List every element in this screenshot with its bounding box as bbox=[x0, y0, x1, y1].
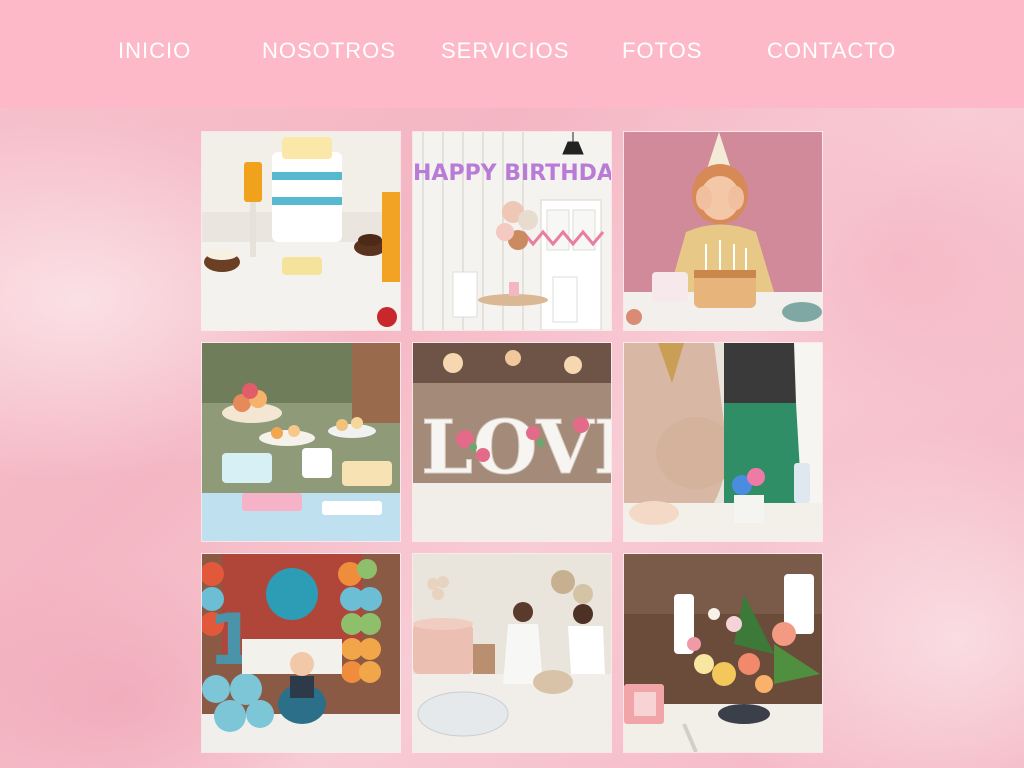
photo-gallery: HAPPY BIRTHDAY LOV 1 bbox=[202, 132, 822, 752]
nav-link-inicio[interactable]: INICIO bbox=[118, 38, 191, 64]
happy-birthday-image: HAPPY BIRTHDAY bbox=[413, 132, 611, 330]
gallery-photo-love-letters[interactable]: LOVE bbox=[413, 343, 611, 541]
top-navigation-bar: INICIO NOSOTROS SERVICIOS FOTOS CONTACTO bbox=[0, 0, 1024, 108]
happy-birthday-banner: HAPPY BIRTHDAY bbox=[413, 161, 611, 186]
gallery-photo-first-birthday[interactable]: 1 bbox=[202, 554, 400, 752]
floral-centerpiece-image bbox=[624, 554, 822, 752]
nav-link-fotos[interactable]: FOTOS bbox=[622, 38, 702, 64]
love-letters-image: LOVE bbox=[413, 343, 611, 541]
nav-link-servicios[interactable]: SERVICIOS bbox=[441, 38, 569, 64]
nav-link-nosotros[interactable]: NOSOTROS bbox=[262, 38, 396, 64]
diaper-cake-image bbox=[202, 132, 400, 330]
nav-link-contacto[interactable]: CONTACTO bbox=[767, 38, 896, 64]
gallery-photo-diaper-cake[interactable] bbox=[202, 132, 400, 330]
family-party-image bbox=[413, 554, 611, 752]
gallery-photo-floral-centerpiece[interactable] bbox=[624, 554, 822, 752]
girl-cake-image bbox=[624, 132, 822, 330]
first-birthday-image: 1 bbox=[202, 554, 400, 752]
gallery-photo-family-party[interactable] bbox=[413, 554, 611, 752]
gallery-photo-dessert-buffet[interactable] bbox=[202, 343, 400, 541]
baby-shower-image bbox=[624, 343, 822, 541]
gallery-photo-happy-birthday[interactable]: HAPPY BIRTHDAY bbox=[413, 132, 611, 330]
gallery-photo-girl-cake[interactable] bbox=[624, 132, 822, 330]
dessert-buffet-image bbox=[202, 343, 400, 541]
gallery-photo-baby-shower[interactable] bbox=[624, 343, 822, 541]
